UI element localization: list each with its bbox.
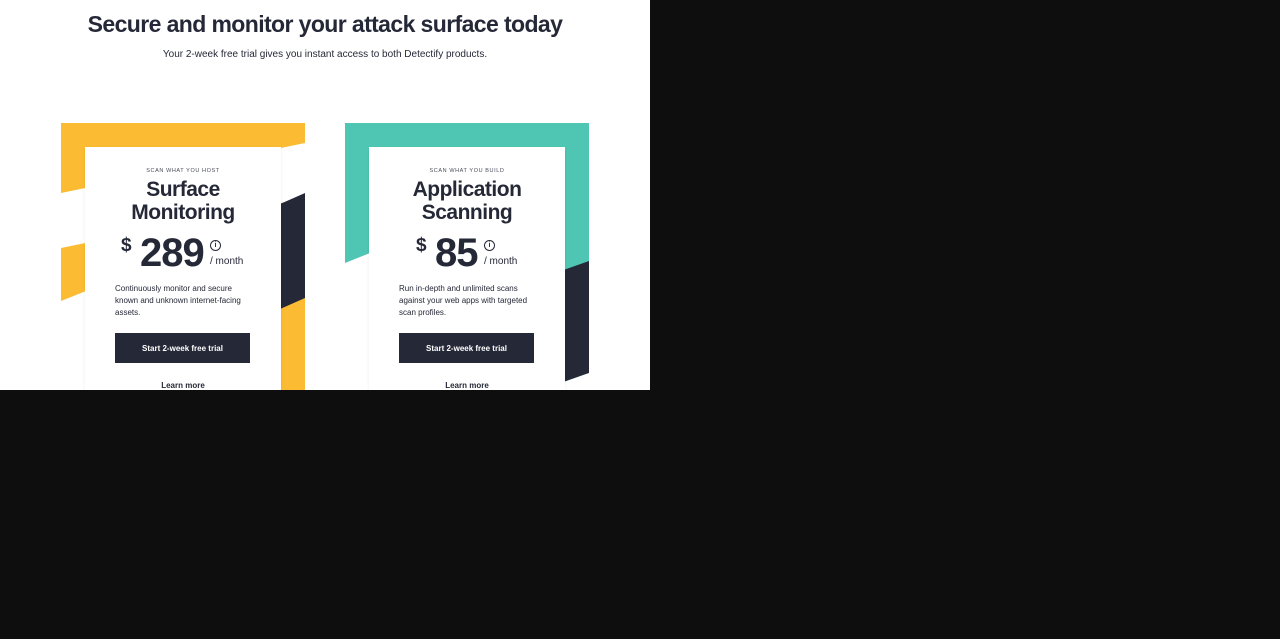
learn-more-container: Learn more (369, 375, 565, 390)
pricing-card-surface-monitoring: SCAN WHAT YOU HOST Surface Monitoring $ … (85, 147, 281, 390)
page-title: Secure and monitor your attack surface t… (87, 11, 563, 37)
price-period: / month (484, 256, 518, 267)
learn-more-container: Learn more (85, 375, 281, 390)
start-free-trial-button[interactable]: Start 2-week free trial (115, 333, 250, 363)
price-amount: 85 (435, 231, 478, 275)
page-subtitle: Your 2-week free trial gives you instant… (162, 49, 488, 60)
card-eyebrow: SCAN WHAT YOU HOST (146, 168, 220, 174)
price-period: / month (210, 256, 244, 267)
card-description: Continuously monitor and secure known an… (115, 284, 241, 317)
card-title-line-2: Monitoring (131, 201, 235, 224)
start-free-trial-button[interactable]: Start 2-week free trial (399, 333, 534, 363)
card-title: Application Scanning (369, 178, 565, 224)
learn-more-link[interactable]: Learn more (445, 381, 489, 390)
currency-symbol: $ (121, 235, 132, 256)
card-eyebrow: SCAN WHAT YOU BUILD (429, 168, 505, 174)
pricing-card-application-scanning: SCAN WHAT YOU BUILD Application Scanning… (369, 147, 565, 390)
info-circle-icon[interactable]: i (484, 240, 495, 251)
learn-more-link[interactable]: Learn more (161, 381, 205, 390)
card-title: Surface Monitoring (85, 178, 281, 224)
price-amount: 289 (140, 231, 205, 275)
card-title-line-2: Scanning (421, 201, 513, 224)
card-title-line-1: Surface (146, 178, 220, 201)
card-description: Run in-depth and unlimited scans against… (399, 284, 528, 317)
info-circle-icon[interactable]: i (210, 240, 221, 251)
currency-symbol: $ (416, 235, 427, 256)
card-title-line-1: Application (412, 178, 522, 201)
page-viewport: Secure and monitor your attack surface t… (0, 0, 650, 390)
